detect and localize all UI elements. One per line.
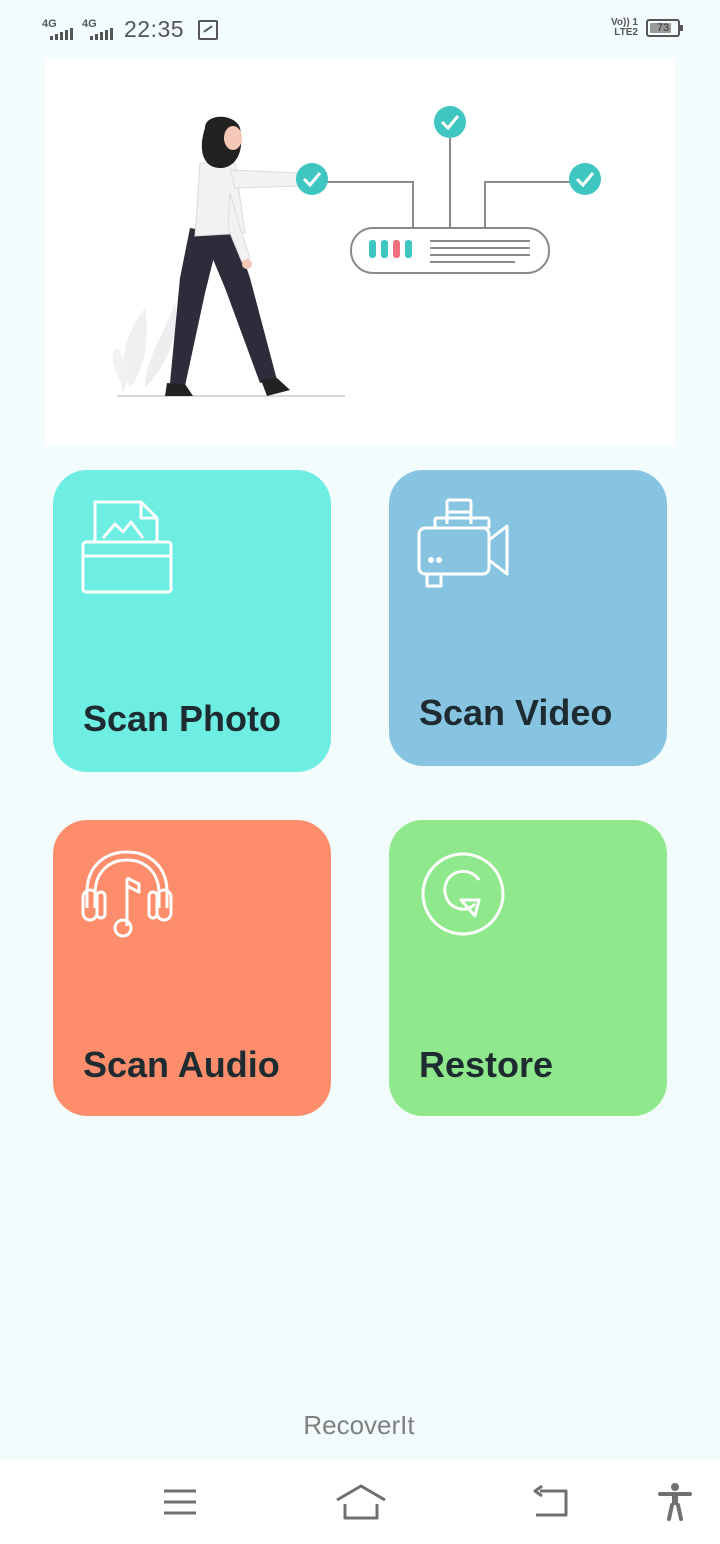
battery-level: 73 (656, 22, 670, 34)
volte-line2: LTE2 (614, 27, 638, 38)
accessibility-icon (658, 1483, 692, 1521)
scan-video-label: Scan Video (419, 692, 613, 733)
back-icon (533, 1485, 568, 1517)
status-left: 4G 4G 22:35 (42, 16, 219, 43)
image-folder-icon (81, 498, 173, 601)
home-button[interactable] (333, 1480, 389, 1524)
hero-illustration (45, 58, 675, 446)
check-node-icon (296, 163, 328, 195)
clock: 22:35 (124, 16, 185, 42)
battery-icon: 73 (646, 19, 683, 37)
status-right: Vo)) 1 LTE2 73 (611, 18, 683, 38)
scan-photo-button[interactable]: Scan Photo (53, 470, 331, 772)
restore-arrow-icon (417, 848, 509, 945)
restore-label: Restore (419, 1044, 554, 1085)
back-button[interactable] (525, 1480, 575, 1524)
check-node-icon (434, 106, 466, 138)
scan-audio-label: Scan Audio (83, 1044, 280, 1085)
status-bar: 4G 4G 22:35 Vo)) 1 LTE2 73 (0, 0, 720, 56)
menu-icon (164, 1489, 196, 1515)
restore-button[interactable]: Restore (389, 820, 667, 1116)
signal-icon: 4G (82, 18, 116, 42)
signal-icon: 4G (42, 18, 76, 42)
check-node-icon (569, 163, 601, 195)
woman-connecting-router-illustration (112, 106, 601, 397)
scan-video-button[interactable]: Scan Video (389, 470, 667, 766)
home-icon (336, 1484, 386, 1520)
system-nav-bar (0, 1460, 720, 1544)
accessibility-button[interactable] (650, 1480, 700, 1524)
menu-button[interactable] (155, 1480, 205, 1524)
app-name: RecoverIt (303, 1410, 415, 1440)
scan-audio-button[interactable]: Scan Audio (53, 820, 331, 1116)
video-camera-icon (417, 498, 509, 595)
headphones-music-icon (81, 848, 173, 945)
screenshot-icon (198, 19, 219, 40)
scan-photo-label: Scan Photo (83, 698, 282, 739)
volte-indicator: Vo)) 1 LTE2 (611, 18, 638, 38)
